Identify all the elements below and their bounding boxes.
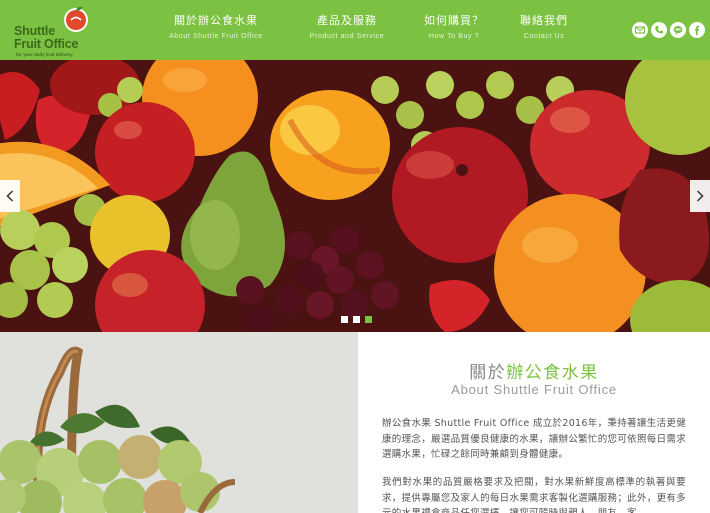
nav-label-en: How To Buy ? xyxy=(428,33,480,40)
brand-name-line2: Fruit Office xyxy=(14,37,79,51)
about-paragraph-2: 我們對水果的品質嚴格要求及把關，對水果新鮮度高標準的執著與要求，提供專屬您及家人… xyxy=(382,477,686,513)
social-links xyxy=(632,22,706,38)
facebook-icon[interactable] xyxy=(689,22,705,38)
phone-icon[interactable] xyxy=(651,22,667,38)
slider-next-button[interactable] xyxy=(690,180,710,212)
about-paragraph-1: 辦公食水果 Shuttle Fruit Office 成立於2016年，秉持著讓… xyxy=(382,418,686,461)
slider-dot-active[interactable] xyxy=(365,316,372,323)
nav-item-products[interactable]: 產品及服務 Product and Service xyxy=(302,14,392,40)
about-title: 關於辦公食水果 xyxy=(358,358,710,383)
nav-item-how-to-buy[interactable]: 如何購買？ How To Buy ? xyxy=(418,14,490,40)
apple-basket-illustration xyxy=(0,332,358,513)
brand-tagline: for your daily fruit delivery xyxy=(16,52,73,57)
nav-label-zh: 聯絡我們 xyxy=(520,14,568,27)
slider-dot[interactable] xyxy=(341,316,348,323)
site-header: Shuttle Fruit Office for your daily frui… xyxy=(0,0,710,60)
mail-icon[interactable] xyxy=(632,22,648,38)
nav-label-zh: 如何購買？ xyxy=(424,14,484,27)
basket-image xyxy=(0,332,358,513)
about-title-highlight: 辦公食水果 xyxy=(506,363,599,383)
brand-logo[interactable]: Shuttle Fruit Office for your daily frui… xyxy=(14,6,88,57)
about-title-prefix: 關於 xyxy=(469,363,507,383)
nav-label-zh: 產品及服務 xyxy=(317,14,377,27)
apple-logo-icon xyxy=(64,6,88,32)
slider-prev-button[interactable] xyxy=(0,180,20,212)
nav-item-about[interactable]: 關於辦公食水果 About Shuttle Fruit Office xyxy=(166,14,266,40)
nav-label-en: About Shuttle Fruit Office xyxy=(169,33,263,40)
fruit-hero-image xyxy=(0,60,710,332)
hero-slider xyxy=(0,60,710,332)
nav-label-en: Product and Service xyxy=(309,33,385,40)
chevron-left-icon xyxy=(6,190,14,202)
nav-item-contact[interactable]: 聯絡我們 Contact Us xyxy=(512,14,576,40)
slider-dot[interactable] xyxy=(353,316,360,323)
about-subtitle: About Shuttle Fruit Office xyxy=(451,382,617,397)
about-section: 關於辦公食水果 About Shuttle Fruit Office 辦公食水果… xyxy=(358,332,710,513)
nav-label-zh: 關於辦公食水果 xyxy=(174,14,258,27)
chevron-right-icon xyxy=(696,190,704,202)
line-icon[interactable] xyxy=(670,22,686,38)
nav-label-en: Contact Us xyxy=(523,33,565,40)
